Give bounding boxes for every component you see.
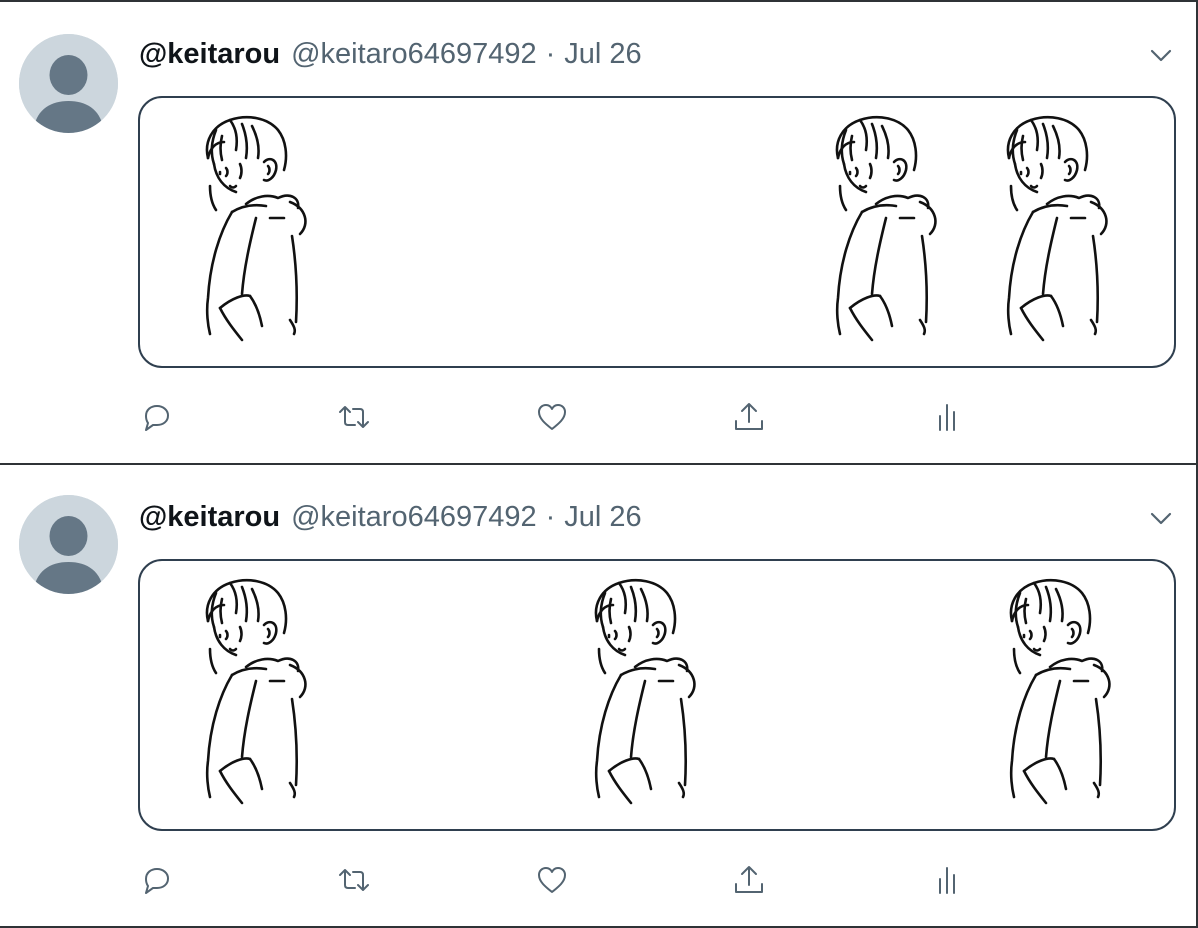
- tweet-header: @keitarou @keitaro64697492 · Jul 26: [139, 499, 642, 535]
- display-name[interactable]: @keitarou: [139, 501, 280, 534]
- tweet-media[interactable]: [138, 96, 1176, 368]
- share-icon: [735, 403, 763, 430]
- share-icon: [735, 866, 763, 893]
- reply-button[interactable]: [138, 398, 176, 436]
- share-button[interactable]: [730, 398, 768, 436]
- analytics-icon: [939, 404, 955, 431]
- retweet-icon: [339, 406, 369, 428]
- heart-icon: [538, 867, 566, 893]
- like-button[interactable]: [533, 861, 571, 899]
- like-button[interactable]: [533, 398, 571, 436]
- character-drawing: [196, 112, 326, 352]
- tweet-date[interactable]: Jul 26: [564, 38, 641, 71]
- reply-icon: [145, 868, 169, 894]
- analytics-icon: [939, 867, 955, 894]
- reply-icon: [145, 405, 169, 431]
- more-options-button[interactable]: [1148, 42, 1174, 68]
- tweet-media[interactable]: [138, 559, 1176, 831]
- heart-icon: [538, 404, 566, 430]
- character-drawing: [1000, 575, 1130, 815]
- analytics-button[interactable]: [928, 861, 966, 899]
- display-name[interactable]: @keitarou: [139, 38, 280, 71]
- character-drawing: [997, 112, 1127, 352]
- chevron-down-icon: [1150, 49, 1172, 62]
- tweet-date[interactable]: Jul 26: [564, 501, 641, 534]
- tweet[interactable]: @keitarou @keitaro64697492 · Jul 26: [0, 464, 1198, 928]
- more-options-button[interactable]: [1148, 505, 1174, 531]
- user-handle[interactable]: @keitaro64697492: [291, 501, 537, 534]
- default-avatar-icon: [19, 34, 118, 133]
- chevron-down-icon: [1150, 512, 1172, 525]
- retweet-icon: [339, 869, 369, 891]
- user-handle[interactable]: @keitaro64697492: [291, 38, 537, 71]
- avatar[interactable]: [19, 495, 118, 594]
- retweet-button[interactable]: [335, 398, 373, 436]
- character-drawing: [585, 575, 715, 815]
- retweet-button[interactable]: [335, 861, 373, 899]
- tweet-header: @keitarou @keitaro64697492 · Jul 26: [139, 36, 642, 72]
- character-drawing: [826, 112, 956, 352]
- tweet-actions: [138, 861, 1038, 901]
- tweet-actions: [138, 398, 1038, 438]
- timeline: @keitarou @keitaro64697492 · Jul 26 @kei…: [0, 0, 1198, 928]
- character-drawing: [196, 575, 326, 815]
- reply-button[interactable]: [138, 861, 176, 899]
- tweet[interactable]: @keitarou @keitaro64697492 · Jul 26: [0, 0, 1198, 464]
- default-avatar-icon: [19, 495, 118, 594]
- share-button[interactable]: [730, 861, 768, 899]
- separator-dot: ·: [545, 500, 556, 533]
- avatar[interactable]: [19, 34, 118, 133]
- separator-dot: ·: [545, 37, 556, 70]
- analytics-button[interactable]: [928, 398, 966, 436]
